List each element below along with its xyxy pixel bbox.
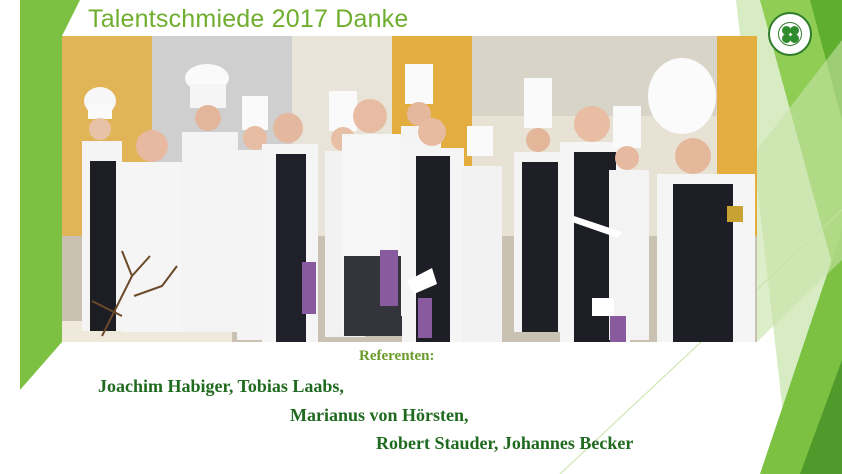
group-photo-image: [62, 36, 757, 342]
referent-names-line-2: Marianus von Hörsten,: [290, 405, 469, 425]
clover-seal-icon: [768, 12, 812, 56]
caption-heading: Referenten:: [359, 348, 435, 364]
referent-names-line-3: Robert Stauder, Johannes Becker: [376, 433, 634, 453]
slide-title: Talentschmiede 2017 Danke: [88, 5, 409, 33]
referent-names-line-1: Joachim Habiger, Tobias Laabs,: [98, 376, 344, 396]
group-photo: [62, 36, 757, 342]
